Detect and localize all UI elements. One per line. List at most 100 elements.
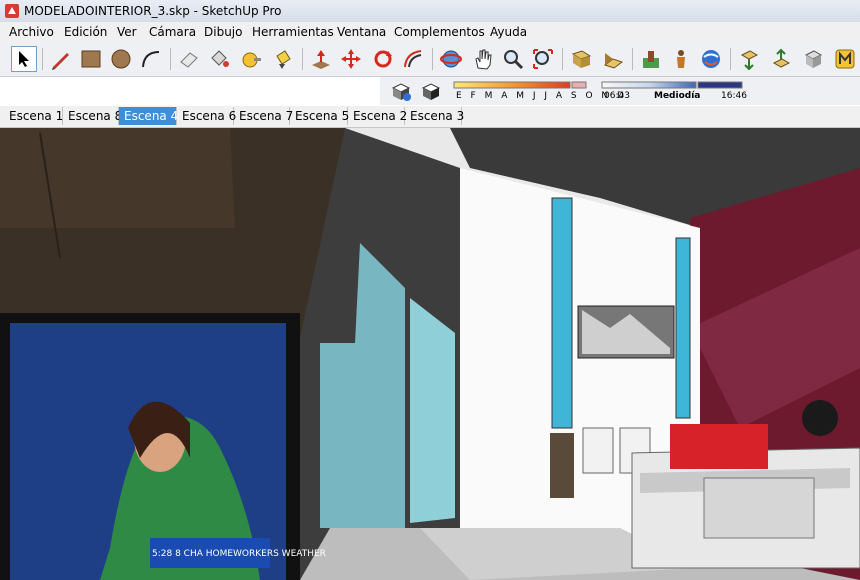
extension-warehouse-tool[interactable] (832, 46, 858, 72)
paint-bucket-icon (211, 50, 229, 67)
man-icon (677, 50, 685, 68)
menu-dibujo[interactable]: Dibujo (204, 25, 242, 39)
share-component-tool[interactable] (768, 46, 794, 72)
plant (802, 400, 838, 436)
offset-tool[interactable] (400, 46, 426, 72)
menu-complementos[interactable]: Complementos (394, 25, 485, 39)
orbit-icon (440, 50, 462, 68)
add-location-tool[interactable] (638, 46, 664, 72)
push-pull-tool[interactable] (308, 46, 334, 72)
share-model-tool[interactable] (698, 46, 724, 72)
toolbar-separator (432, 48, 433, 70)
tape-measure-tool[interactable] (238, 46, 264, 72)
zoom-extents-tool[interactable] (530, 46, 556, 72)
dining-chair (582, 427, 614, 474)
time-mid-label: Mediodía (654, 91, 701, 101)
extension-warehouse-icon (835, 49, 855, 69)
menu-edicion[interactable]: Edición (64, 25, 107, 39)
share-cube-icon (804, 50, 823, 68)
offset-icon (404, 50, 422, 68)
toolbar-separator (730, 48, 731, 70)
month-labels: E F M A M J J A S O N D (456, 91, 627, 101)
tall-window-right (675, 237, 691, 419)
orbit-tool[interactable] (438, 46, 464, 72)
pan-tool[interactable] (470, 46, 496, 72)
tab-escena-8[interactable]: Escena 8 (63, 107, 122, 125)
time-start-label: 06:43 (604, 91, 630, 101)
arrow-cursor-icon (19, 51, 29, 67)
download-component-icon (740, 50, 759, 70)
toolbar-separator (42, 48, 43, 70)
time-slider[interactable] (601, 81, 697, 89)
toolbar-separator (170, 48, 171, 70)
zoom-tool[interactable] (500, 46, 526, 72)
toolbar-separator (302, 48, 303, 70)
google-earth-tool[interactable] (800, 46, 826, 72)
tab-escena-5[interactable]: Escena 5 (290, 107, 349, 125)
hand-icon (475, 49, 492, 70)
globe-icon (702, 50, 720, 68)
magnifier-icon (504, 50, 524, 70)
red-cushion (670, 424, 722, 469)
eraser-tool[interactable] (176, 46, 202, 72)
upload-component-icon (772, 48, 791, 68)
tab-escena-2[interactable]: Escena 2 (348, 107, 407, 125)
shadow-toggle-icon (421, 83, 441, 100)
tab-escena-1[interactable]: Escena 1 (4, 107, 63, 125)
push-pull-icon (312, 50, 330, 69)
title-bar: MODELADOINTERIOR_3.skp - SketchUp Pro (0, 0, 860, 23)
menu-ayuda[interactable]: Ayuda (490, 25, 527, 39)
tape-measure-icon (242, 52, 261, 68)
scene-tabs: Escena 1 Escena 8 Escena 4 Escena 6 Esce… (0, 106, 860, 128)
arc-tool[interactable] (138, 46, 164, 72)
rectangle-tool[interactable] (78, 46, 104, 72)
arc-icon (142, 51, 160, 68)
time-end-label: 16:46 (721, 91, 747, 101)
previous-view-tool[interactable] (568, 46, 594, 72)
circle-icon (111, 49, 131, 69)
rotate-tool[interactable] (370, 46, 396, 72)
zoom-extents-icon (533, 49, 553, 69)
model-viewport[interactable]: 5:28 8 CHA HOMEWORKERS WEATHER (0, 128, 860, 580)
sketchup-app-icon (5, 4, 19, 18)
eraser-icon (180, 52, 198, 68)
tab-escena-4[interactable]: Escena 4 (119, 107, 178, 125)
tall-window-left (551, 197, 573, 429)
get-models-tool[interactable] (668, 46, 694, 72)
menu-archivo[interactable]: Archivo (9, 25, 54, 39)
toolbar-separator (632, 48, 633, 70)
tv-overlay-text: 5:28 8 CHA HOMEWORKERS WEATHER (152, 549, 326, 559)
dining-table (550, 433, 574, 498)
next-view-icon (603, 53, 624, 69)
month-slider[interactable] (453, 81, 571, 89)
time-slider-thumb[interactable] (697, 81, 743, 89)
month-slider-thumb[interactable] (571, 81, 587, 89)
move-arrows-icon (341, 49, 361, 69)
tab-escena-6[interactable]: Escena 6 (177, 107, 236, 125)
select-tool[interactable] (11, 46, 37, 72)
pencil-icon (52, 53, 69, 70)
bucket-icon (276, 50, 291, 69)
tab-escena-3[interactable]: Escena 3 (405, 107, 464, 125)
circle-tool[interactable] (108, 46, 134, 72)
next-view-tool[interactable] (600, 46, 626, 72)
main-toolbar (0, 42, 860, 77)
glass-door-right (410, 298, 455, 523)
paint-bucket-tool[interactable] (206, 46, 232, 72)
shadow-settings-button[interactable] (388, 78, 414, 104)
line-tool[interactable] (48, 46, 74, 72)
red-cushion (722, 424, 768, 469)
location-icon (643, 51, 659, 68)
window-title: MODELADOINTERIOR_3.skp - SketchUp Pro (24, 4, 282, 18)
menu-herramientas[interactable]: Herramientas (252, 25, 334, 39)
menu-ver[interactable]: Ver (117, 25, 137, 39)
display-shadows-button[interactable] (418, 78, 444, 104)
get-photo-texture-tool[interactable] (736, 46, 762, 72)
tab-escena-7[interactable]: Escena 7 (234, 107, 293, 125)
previous-view-icon (571, 50, 592, 68)
menu-camara[interactable]: Cámara (149, 25, 196, 39)
move-tool[interactable] (338, 46, 364, 72)
shadow-settings-icon (391, 83, 411, 101)
paint-tool[interactable] (270, 46, 296, 72)
menu-ventana[interactable]: Ventana (337, 25, 386, 39)
